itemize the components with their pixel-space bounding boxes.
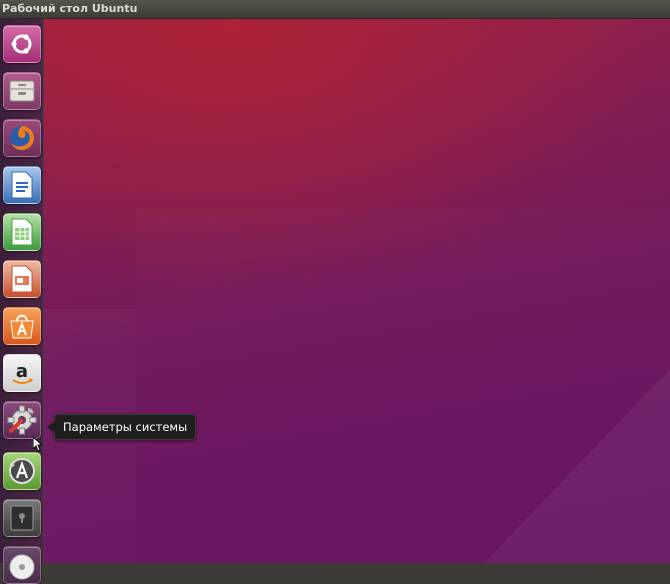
desktop[interactable]: [44, 19, 670, 563]
firefox-icon: [7, 123, 37, 153]
launcher-item-system-settings[interactable]: [3, 401, 41, 439]
software-updater-icon: [7, 456, 37, 486]
launcher-item-disk[interactable]: [3, 499, 41, 537]
system-settings-icon: [6, 404, 38, 436]
launcher-item-writer[interactable]: [3, 166, 41, 204]
ubuntu-software-icon: [7, 311, 37, 341]
dvd-icon: [7, 550, 37, 580]
svg-text:a: a: [16, 361, 28, 382]
launcher-item-impress[interactable]: [3, 260, 41, 298]
top-panel: Рабочий стол Ubuntu: [0, 0, 670, 19]
libreoffice-impress-icon: [9, 264, 35, 294]
launcher-item-files[interactable]: [3, 72, 41, 110]
launcher-item-dvd[interactable]: [3, 546, 41, 584]
launcher-item-calc[interactable]: [3, 213, 41, 251]
tooltip-label: Параметры системы: [63, 420, 188, 434]
launcher-item-firefox[interactable]: [3, 119, 41, 157]
launcher: a: [0, 19, 44, 584]
libreoffice-writer-icon: [9, 170, 35, 200]
amazon-icon: a: [7, 358, 37, 388]
tooltip-arrow: [47, 421, 55, 433]
window-title: Рабочий стол Ubuntu: [2, 2, 138, 15]
launcher-item-software[interactable]: [3, 307, 41, 345]
ubuntu-dash-icon: [9, 31, 35, 57]
launcher-tooltip: Параметры системы: [47, 414, 197, 440]
wallpaper-shape: [484, 369, 670, 563]
launcher-item-software-updater[interactable]: [3, 452, 41, 490]
disk-icon: [8, 503, 36, 533]
launcher-item-dash[interactable]: [3, 25, 41, 63]
libreoffice-calc-icon: [9, 217, 35, 247]
launcher-item-amazon[interactable]: a: [3, 354, 41, 392]
files-icon: [7, 76, 37, 106]
mouse-pointer-icon: [32, 435, 44, 456]
